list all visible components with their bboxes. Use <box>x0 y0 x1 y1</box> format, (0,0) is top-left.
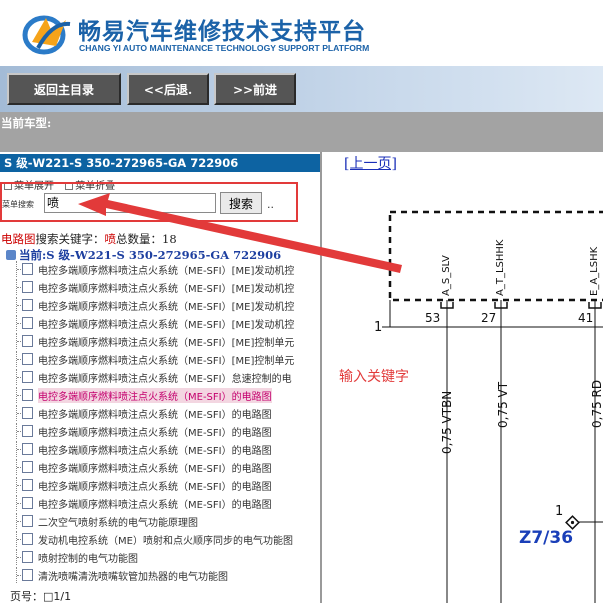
tree-item[interactable]: 电控多端顺序燃料喷注点火系统（ME-SFI）的电路图 <box>16 441 320 457</box>
tree-item-label: 电控多端顺序燃料喷注点火系统（ME-SFI）[ME]控制单元 <box>38 338 295 349</box>
tree-item[interactable]: 二次空气喷射系统的电气功能原理图 <box>16 513 320 529</box>
wire-label: 0,75 RD <box>590 379 603 428</box>
tree-item-label: 电控多端顺序燃料喷注点火系统（ME-SFI）的电路图 <box>38 388 272 403</box>
tree-item-label: 发动机电控系统（ME）喷射和点火顺序同步的电气功能图 <box>38 536 293 547</box>
tree-item[interactable]: 电控多端顺序燃料喷注点火系统（ME-SFI）的电路图 <box>16 459 320 475</box>
document-icon <box>22 425 33 437</box>
document-icon <box>22 407 33 419</box>
forward-button[interactable]: >>前进 <box>214 73 296 105</box>
document-icon <box>22 497 33 509</box>
signal-label: E_A_LSHK <box>589 246 600 296</box>
document-icon <box>22 353 33 365</box>
document-icon <box>22 515 33 527</box>
tree-item[interactable]: 电控多端顺序燃料喷注点火系统（ME-SFI）的电路图 <box>16 477 320 493</box>
tree-item-label: 二次空气喷射系统的电气功能原理图 <box>38 518 198 529</box>
pin-number: 27 <box>481 311 497 325</box>
document-icon <box>22 299 33 311</box>
tree-item[interactable]: 喷射控制的电气功能图 <box>16 549 320 565</box>
document-icon <box>22 461 33 473</box>
current-car-bar: 当前车型: <box>0 112 603 152</box>
search-result-summary: 电路图搜索关键字：喷总数量：18 <box>1 231 177 247</box>
tree-item-label: 电控多端顺序燃料喷注点火系统（ME-SFI）的电路图 <box>38 500 272 511</box>
result-count: 18 <box>162 232 177 246</box>
document-icon <box>22 443 33 455</box>
header: 畅易汽车维修技术支持平台 CHANG YI AUTO MAINTENANCE T… <box>0 0 603 66</box>
tree-item[interactable]: 电控多端顺序燃料喷注点火系统（ME-SFI）的电路图 <box>16 405 320 421</box>
result-keyword-label: 搜索关键字： <box>35 232 105 246</box>
tree-item-label: 电控多端顺序燃料喷注点火系统（ME-SFI）[ME]控制单元 <box>38 356 295 367</box>
back-button[interactable]: <<后退. <box>127 73 209 105</box>
signal-label: A_S_SLV <box>441 255 452 296</box>
tree-item-label: 电控多端顺序燃料喷注点火系统（ME-SFI）怠速控制的电 <box>38 374 292 385</box>
document-icon <box>22 533 33 545</box>
brand-subtitle: CHANG YI AUTO MAINTENANCE TECHNOLOGY SUP… <box>79 43 370 53</box>
document-icon <box>22 281 33 293</box>
tree-item-label: 电控多端顺序燃料喷注点火系统（ME-SFI）的电路图 <box>38 482 272 493</box>
wire-label: 0,75 VTBN <box>440 390 454 454</box>
tree-item[interactable]: 电控多端顺序燃料喷注点火系统（ME-SFI）的电路图 <box>16 423 320 439</box>
tree-item-label: 电控多端顺序燃料喷注点火系统（ME-SFI）[ME]发动机控 <box>38 302 295 313</box>
tree-item[interactable]: 清洗喷嘴清洗喷嘴软管加热器的电气功能图 <box>16 567 320 583</box>
tree-item[interactable]: 电控多端顺序燃料喷注点火系统（ME-SFI）[ME]控制单元 <box>16 351 320 367</box>
tree-item-label: 电控多端顺序燃料喷注点火系统（ME-SFI）[ME]发动机控 <box>38 266 295 277</box>
app-window: 畅易汽车维修技术支持平台 CHANG YI AUTO MAINTENANCE T… <box>0 0 603 603</box>
result-prefix: 电路图 <box>1 232 36 246</box>
brand-title: 畅易汽车维修技术支持平台 <box>78 19 366 45</box>
tree-item[interactable]: 电控多端顺序燃料喷注点火系统（ME-SFI）的电路图 <box>16 387 320 403</box>
connector-reference-link[interactable]: Z7/36 <box>519 528 573 548</box>
home-button[interactable]: 返回主目录 <box>7 73 121 105</box>
tree-item[interactable]: 发动机电控系统（ME）喷射和点火顺序同步的电气功能图 <box>16 531 320 547</box>
pager: 页号：□1/1 <box>10 590 72 603</box>
person-icon <box>6 250 16 260</box>
document-icon <box>22 317 33 329</box>
model-title: S 级-W221-S 350-272965-GA 722906 <box>0 154 320 172</box>
document-icon <box>22 551 33 563</box>
tree-item-label: 电控多端顺序燃料喷注点火系统（ME-SFI）的电路图 <box>38 446 272 457</box>
document-icon <box>22 479 33 491</box>
document-icon <box>22 263 33 275</box>
result-count-label: 总数量： <box>116 232 162 246</box>
document-icon <box>22 371 33 383</box>
current-car-label: 当前车型: <box>1 116 52 130</box>
tree-item[interactable]: 电控多端顺序燃料喷注点火系统（ME-SFI）怠速控制的电 <box>16 369 320 385</box>
tree-item-label: 喷射控制的电气功能图 <box>38 554 138 565</box>
tree-item[interactable]: 电控多端顺序燃料喷注点火系统（ME-SFI）[ME]发动机控 <box>16 261 320 277</box>
document-icon <box>22 569 33 581</box>
document-icon <box>22 335 33 347</box>
tree-item[interactable]: 电控多端顺序燃料喷注点火系统（ME-SFI）[ME]发动机控 <box>16 297 320 313</box>
diagram-panel: [上一页] 53 27 41 A_S_SLV A_T_LSHHK E_A_LSH… <box>324 152 603 603</box>
tree-item-label: 清洗喷嘴清洗喷嘴软管加热器的电气功能图 <box>38 572 228 583</box>
pin-number: 41 <box>578 311 594 325</box>
brand-logo-icon <box>22 15 71 55</box>
tree-item[interactable]: 电控多端顺序燃料喷注点火系统（ME-SFI）[ME]发动机控 <box>16 279 320 295</box>
splice-number: 1 <box>555 504 564 519</box>
pin-number: 53 <box>425 311 441 325</box>
tree-item[interactable]: 电控多端顺序燃料喷注点火系统（ME-SFI）的电路图 <box>16 495 320 511</box>
tree-item[interactable]: 电控多端顺序燃料喷注点火系统（ME-SFI）[ME]控制单元 <box>16 333 320 349</box>
document-icon <box>22 389 33 401</box>
signal-label: A_T_LSHHK <box>495 239 506 296</box>
tree-item-label: 电控多端顺序燃料喷注点火系统（ME-SFI）的电路图 <box>38 464 272 475</box>
tree-item-label: 电控多端顺序燃料喷注点火系统（ME-SFI）[ME]发动机控 <box>38 320 295 331</box>
tree-root-label: 当前:S 级-W221-S 350-272965-GA 722906 <box>19 248 282 262</box>
annotation-text: 输入关键字 <box>339 369 409 385</box>
tree-item[interactable]: 电控多端顺序燃料喷注点火系统（ME-SFI）[ME]发动机控 <box>16 315 320 331</box>
connector-number: 1 <box>374 320 383 335</box>
tree-item-label: 电控多端顺序燃料喷注点火系统（ME-SFI）的电路图 <box>38 428 272 439</box>
result-keyword: 喷 <box>104 232 117 246</box>
splice-dot <box>570 520 575 525</box>
tree-item-label: 电控多端顺序燃料喷注点火系统（ME-SFI）的电路图 <box>38 410 272 421</box>
nav-bar: 返回主目录 <<后退. >>前进 <box>0 66 603 112</box>
tree-item-label: 电控多端顺序燃料喷注点火系统（ME-SFI）[ME]发动机控 <box>38 284 295 295</box>
wire-label: 0,75 VT <box>496 381 510 428</box>
menu-panel: S 级-W221-S 350-272965-GA 722906 菜单展开 菜单折… <box>0 152 322 603</box>
highlight-box <box>0 182 298 222</box>
